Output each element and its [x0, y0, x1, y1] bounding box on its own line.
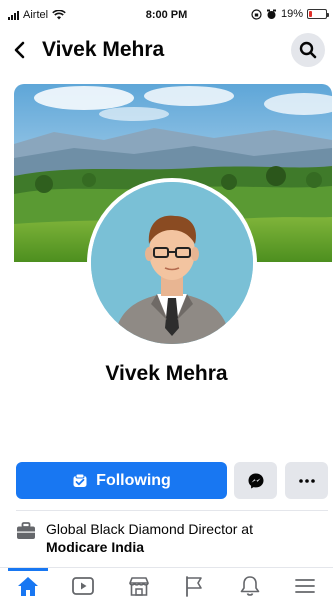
following-icon: [73, 473, 87, 487]
avatar-illustration: [91, 182, 253, 344]
status-bar: Airtel 8:00 PM 19%: [0, 0, 333, 30]
more-options-button[interactable]: [285, 462, 328, 499]
tab-marketplace[interactable]: [119, 569, 159, 603]
search-button[interactable]: [291, 33, 325, 67]
home-icon: [17, 576, 38, 596]
tab-home[interactable]: [7, 567, 48, 603]
work-text: Global Black Diamond Director at Modicar…: [46, 520, 326, 556]
divider: [16, 510, 328, 511]
more-dots-icon: [298, 478, 315, 483]
tab-notifications[interactable]: [230, 569, 270, 603]
tab-pages[interactable]: [174, 569, 214, 603]
video-icon: [72, 576, 95, 595]
chevron-left-icon: [14, 41, 25, 59]
menu-icon: [295, 578, 316, 593]
battery-level: [309, 11, 312, 17]
bottom-tab-bar: [0, 567, 333, 603]
work-company[interactable]: Modicare India: [46, 539, 144, 555]
search-icon: [299, 41, 317, 59]
battery-icon: [307, 9, 329, 19]
profile-name: Vivek Mehra: [105, 362, 228, 385]
profile-header: Vivek Mehra: [0, 30, 333, 72]
tab-menu[interactable]: [285, 569, 325, 603]
avatar: [91, 182, 253, 344]
following-label: Following: [96, 471, 171, 489]
profile-picture[interactable]: [87, 178, 257, 348]
message-button[interactable]: [234, 462, 277, 499]
briefcase-icon: [17, 522, 35, 539]
back-button[interactable]: [10, 37, 32, 63]
page-title: Vivek Mehra: [42, 38, 165, 61]
bell-icon: [240, 575, 260, 596]
work-role: Global Black Diamond Director at: [46, 521, 253, 537]
tab-video[interactable]: [63, 569, 103, 603]
orientation-lock-icon: [251, 8, 262, 20]
pages-flag-icon: [186, 575, 203, 597]
marketplace-icon: [128, 576, 149, 596]
alarm-icon: [266, 9, 276, 19]
messenger-icon: [248, 473, 263, 488]
battery-percent: 19%: [280, 8, 303, 20]
status-icons: 19%: [251, 8, 329, 20]
following-button[interactable]: Following: [16, 462, 227, 499]
